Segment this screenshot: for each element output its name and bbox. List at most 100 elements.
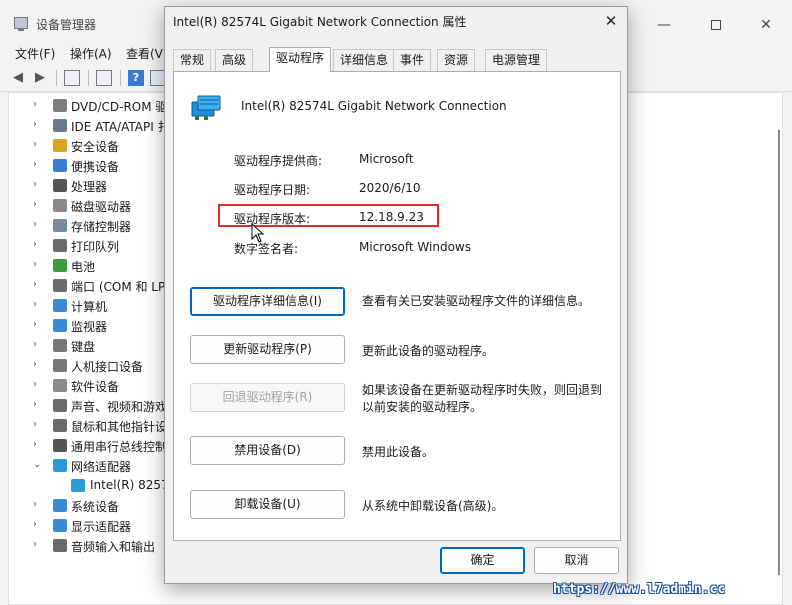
- disable-device-desc: 禁用此设备。: [362, 445, 435, 459]
- forward-arrow-icon[interactable]: ▶: [32, 70, 48, 86]
- tree-item-label: 端口 (COM 和 LP: [71, 280, 166, 294]
- digital-signer-label: 数字签名者:: [234, 242, 299, 256]
- back-arrow-icon[interactable]: ◀: [10, 70, 26, 86]
- tree-item-label: 监视器: [71, 320, 108, 334]
- tab-driver[interactable]: 驱动程序: [269, 47, 332, 72]
- tab-advanced[interactable]: 高级: [215, 49, 254, 71]
- tree-item-label: 便携设备: [71, 160, 120, 174]
- tree-item-label: 安全设备: [71, 140, 120, 154]
- toolbar-divider: [56, 70, 57, 86]
- mouse-cursor-icon: [251, 223, 265, 243]
- disable-device-button[interactable]: 禁用设备(D): [190, 436, 345, 465]
- chevron-right-icon[interactable]: ›: [33, 539, 37, 550]
- menu-file[interactable]: 文件(F): [15, 45, 55, 62]
- tree-item-label: 计算机: [71, 300, 108, 314]
- minimize-button[interactable]: —: [650, 12, 678, 38]
- tree-item-label: 打印队列: [71, 240, 120, 254]
- mouse-icon: [53, 419, 67, 432]
- digital-signer-value: Microsoft Windows: [359, 240, 471, 254]
- watermark: https://www.l7admin.cc: [553, 582, 726, 597]
- tree-item-label: 人机接口设备: [71, 360, 144, 374]
- tab-details[interactable]: 详细信息: [333, 49, 396, 71]
- tree-item-label: 音频输入和输出: [71, 540, 156, 554]
- driver-details-button[interactable]: 驱动程序详细信息(I): [190, 287, 345, 316]
- properties-icon[interactable]: [64, 70, 80, 86]
- port-icon: [53, 279, 67, 292]
- tab-strip: 常规 高级 驱动程序 详细信息 事件 资源 电源管理: [173, 47, 621, 72]
- tree-item-label: IDE ATA/ATAPI 扌: [71, 120, 170, 134]
- display-adapter-icon: [53, 519, 67, 532]
- menu-action[interactable]: 操作(A): [70, 45, 112, 62]
- chevron-right-icon[interactable]: ›: [33, 119, 37, 130]
- tree-item-label: 处理器: [71, 180, 108, 194]
- printer-icon: [53, 239, 67, 252]
- chevron-right-icon[interactable]: ›: [33, 99, 37, 110]
- scrollbar[interactable]: [778, 130, 780, 575]
- scan-hardware-icon[interactable]: [96, 70, 112, 86]
- tree-item-label: 显示适配器: [71, 520, 132, 534]
- chevron-right-icon[interactable]: ›: [33, 199, 37, 210]
- chevron-right-icon[interactable]: ›: [33, 399, 37, 410]
- ide-controller-icon: [53, 119, 67, 132]
- tab-resources[interactable]: 资源: [437, 49, 476, 71]
- chevron-right-icon[interactable]: ›: [33, 439, 37, 450]
- tree-item-label: 磁盘驱动器: [71, 200, 132, 214]
- chevron-right-icon[interactable]: ›: [33, 419, 37, 430]
- tree-item-label: 电池: [71, 260, 96, 274]
- storage-controller-icon: [53, 219, 67, 232]
- network-adapter-icon: [191, 95, 221, 120]
- cancel-button[interactable]: 取消: [534, 547, 619, 574]
- device-name: Intel(R) 82574L Gigabit Network Connecti…: [241, 99, 507, 113]
- tree-item-label: 声音、视频和游戏: [71, 400, 168, 414]
- dialog-title: Intel(R) 82574L Gigabit Network Connecti…: [173, 15, 467, 29]
- uninstall-device-desc: 从系统中卸载设备(高级)。: [362, 499, 504, 513]
- usb-icon: [53, 439, 67, 452]
- driver-details-desc: 查看有关已安装驱动程序文件的详细信息。: [362, 294, 591, 308]
- chevron-right-icon[interactable]: ›: [33, 339, 37, 350]
- toolbar-divider: [120, 70, 121, 86]
- portable-device-icon: [53, 159, 67, 172]
- chevron-right-icon[interactable]: ›: [33, 519, 37, 530]
- tab-power-management[interactable]: 电源管理: [485, 49, 548, 71]
- network-adapter-icon: [71, 479, 85, 492]
- dialog-close-button[interactable]: ✕: [597, 9, 625, 33]
- tree-item-label: 鼠标和其他指针设: [71, 420, 168, 434]
- menu-view[interactable]: 查看(V): [126, 45, 168, 62]
- chevron-right-icon[interactable]: ›: [33, 259, 37, 270]
- chevron-right-icon[interactable]: ›: [33, 139, 37, 150]
- chevron-right-icon[interactable]: ›: [33, 239, 37, 250]
- uninstall-device-button[interactable]: 卸载设备(U): [190, 490, 345, 519]
- audio-io-icon: [53, 539, 67, 552]
- chevron-right-icon[interactable]: ›: [33, 159, 37, 170]
- toolbar-divider: [88, 70, 89, 86]
- chevron-right-icon[interactable]: ›: [33, 219, 37, 230]
- help-icon[interactable]: ?: [128, 70, 144, 86]
- chevron-right-icon[interactable]: ›: [33, 279, 37, 290]
- tab-events[interactable]: 事件: [393, 49, 432, 71]
- chevron-right-icon[interactable]: ›: [33, 319, 37, 330]
- tree-item-label: 软件设备: [71, 380, 120, 394]
- properties-dialog: Intel(R) 82574L Gigabit Network Connecti…: [164, 6, 628, 584]
- update-driver-desc: 更新此设备的驱动程序。: [362, 344, 495, 358]
- chevron-right-icon[interactable]: ›: [33, 379, 37, 390]
- ok-button[interactable]: 确定: [440, 547, 525, 574]
- driver-tab-panel: Intel(R) 82574L Gigabit Network Connecti…: [173, 71, 621, 541]
- maximize-button[interactable]: [702, 12, 730, 38]
- tree-item-label: 通用串行总线控制: [71, 440, 168, 454]
- battery-icon: [53, 259, 67, 272]
- chevron-right-icon[interactable]: ›: [33, 299, 37, 310]
- chevron-down-icon[interactable]: ⌄: [33, 459, 41, 470]
- hid-icon: [53, 359, 67, 372]
- driver-provider-label: 驱动程序提供商:: [234, 154, 323, 168]
- chevron-right-icon[interactable]: ›: [33, 499, 37, 510]
- driver-provider-value: Microsoft: [359, 152, 414, 166]
- dvd-drive-icon: [53, 99, 67, 112]
- keyboard-icon: [53, 339, 67, 352]
- chevron-right-icon[interactable]: ›: [33, 179, 37, 190]
- roll-back-driver-button[interactable]: 回退驱动程序(R): [190, 383, 345, 412]
- chevron-right-icon[interactable]: ›: [33, 359, 37, 370]
- close-button[interactable]: ✕: [752, 12, 780, 38]
- tab-general[interactable]: 常规: [173, 49, 212, 71]
- network-adapter-icon: [53, 459, 67, 472]
- update-driver-button[interactable]: 更新驱动程序(P): [190, 335, 345, 364]
